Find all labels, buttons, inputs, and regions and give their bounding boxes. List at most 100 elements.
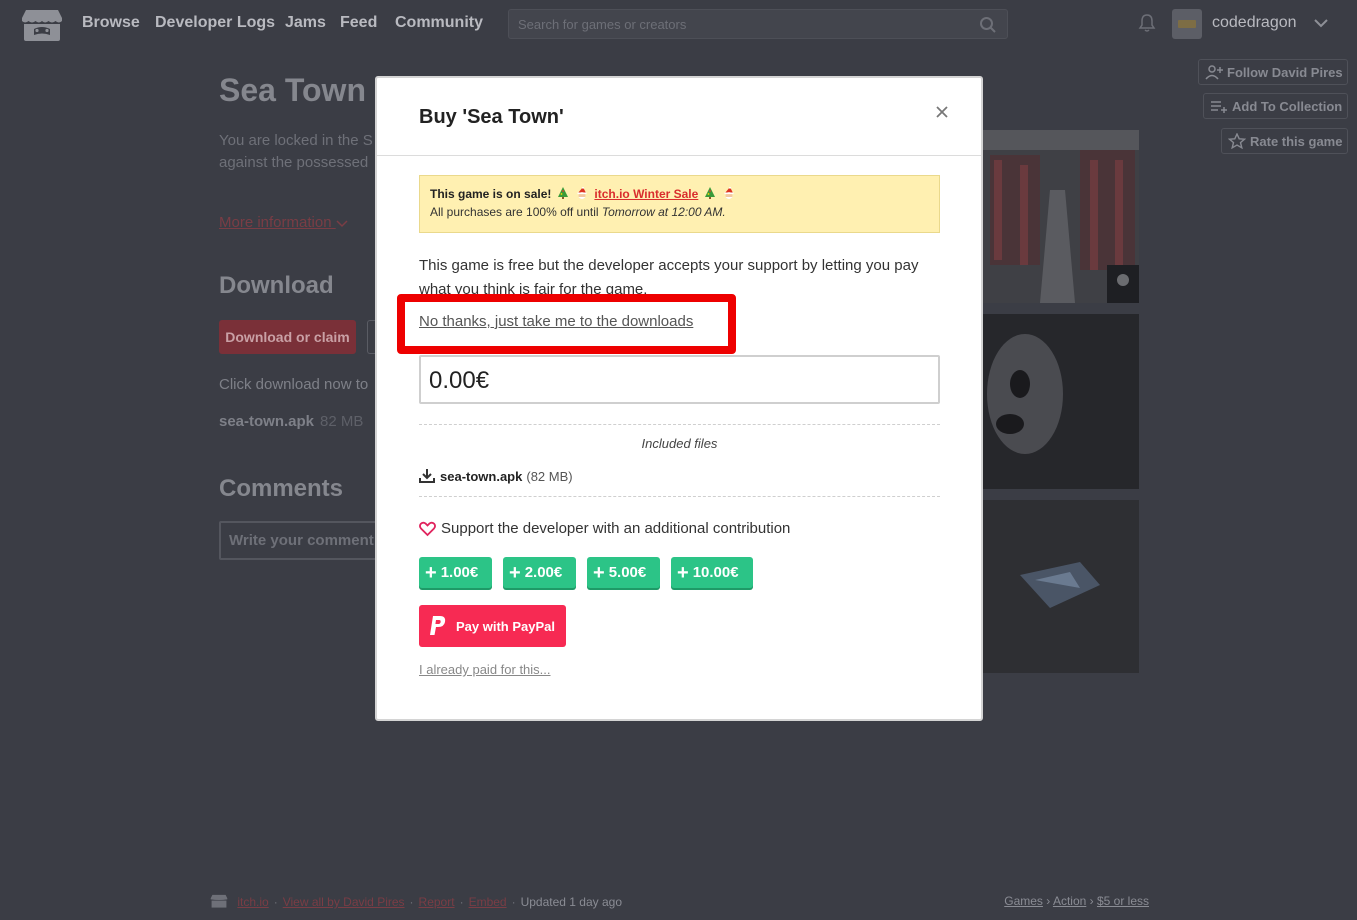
star-icon <box>1228 133 1246 149</box>
tip-button-2[interactable]: +2.00€ <box>503 557 576 588</box>
included-file-row: sea-town.apk (82 MB) <box>419 468 573 484</box>
rate-game-label: Rate this game <box>1250 133 1343 149</box>
search-box[interactable]: Search for games or creators <box>508 9 1008 39</box>
plus-icon: + <box>677 561 689 584</box>
tip-amount: 10.00€ <box>692 564 739 581</box>
download-icon <box>419 469 435 483</box>
divider <box>419 424 940 425</box>
comment-input[interactable]: Write your comment <box>219 521 379 560</box>
top-nav: Browse Developer Logs Jams Feed Communit… <box>0 0 1357 48</box>
footer-left: itch.io · View all by David Pires · Report · E… <box>210 894 622 909</box>
winter-sale-link[interactable]: itch.io Winter Sale <box>594 187 698 201</box>
buy-modal: Buy 'Sea Town' This game is on sale! itc… <box>375 76 983 721</box>
avatar-image <box>1178 20 1196 28</box>
download-or-claim-button[interactable]: Download or claim <box>219 320 356 354</box>
breadcrumb-games[interactable]: Games <box>1004 894 1043 908</box>
description-line-1: You are locked in the S <box>219 132 373 149</box>
screenshot-dark-scene[interactable] <box>980 500 1139 673</box>
paypal-label: Pay with PayPal <box>456 618 555 634</box>
plus-icon: + <box>593 561 605 584</box>
christmas-tree-icon <box>704 187 715 199</box>
divider <box>419 496 940 497</box>
footer-report-link[interactable]: Report <box>419 895 455 909</box>
nav-browse[interactable]: Browse <box>82 14 140 32</box>
add-to-collection-button[interactable]: Add To Collection <box>1203 93 1348 119</box>
footer-separator: · <box>409 895 414 909</box>
footer-embed-link[interactable]: Embed <box>469 895 507 909</box>
comments-heading: Comments <box>219 475 344 502</box>
tip-button-1[interactable]: +1.00€ <box>419 557 492 588</box>
add-user-icon <box>1205 65 1223 80</box>
price-input[interactable]: 0.00€ <box>419 355 940 404</box>
sale-prefix: This game is on sale! <box>430 187 552 201</box>
support-text: Support the developer with an additional… <box>441 520 791 537</box>
included-file-size: (82 MB) <box>526 468 573 484</box>
description-line-2: against the possessed <box>219 154 369 171</box>
footer-separator: · <box>511 895 516 909</box>
username[interactable]: codedragon <box>1212 14 1297 32</box>
heart-icon <box>419 521 436 536</box>
breadcrumb-price[interactable]: $5 or less <box>1097 894 1149 908</box>
background-file-row: sea-town.apk 82 MB <box>219 413 363 430</box>
footer-view-all-link[interactable]: View all by David Pires <box>283 895 405 909</box>
sale-line-2: All purchases are 100% off until Tomorro… <box>430 203 929 221</box>
included-file-name: sea-town.apk <box>440 468 523 484</box>
plus-icon: + <box>509 561 521 584</box>
included-files-label: Included files <box>641 436 718 451</box>
search-input[interactable]: Search for games or creators <box>518 17 686 32</box>
screenshot-bus-interior[interactable] <box>980 130 1139 303</box>
notifications-bell-icon[interactable] <box>1137 13 1157 33</box>
nav-jams[interactable]: Jams <box>285 14 326 32</box>
sale-line-1: This game is on sale! itch.io Winter Sal… <box>430 185 929 203</box>
modal-title: Buy 'Sea Town' <box>419 106 564 128</box>
tip-amount: 1.00€ <box>440 564 479 581</box>
no-thanks-downloads-link[interactable]: No thanks, just take me to the downloads <box>419 313 693 330</box>
already-paid-link[interactable]: I already paid for this... <box>419 662 551 677</box>
santa-icon <box>724 187 734 199</box>
plus-icon: + <box>425 561 437 584</box>
screenshot-ghost[interactable] <box>980 314 1139 489</box>
download-instructions: Click download now to <box>219 376 369 393</box>
search-icon[interactable] <box>979 16 997 34</box>
footer-itchio-link[interactable]: itch.io <box>237 895 268 909</box>
tip-amount: 2.00€ <box>524 564 563 581</box>
chevron-down-icon[interactable] <box>1313 15 1329 31</box>
screenshot-image <box>980 130 1139 303</box>
footer-breadcrumbs: Games › Action › $5 or less <box>1004 894 1149 908</box>
sale-banner: This game is on sale! itch.io Winter Sal… <box>419 175 940 233</box>
background-file-name: sea-town.apk <box>219 413 315 430</box>
tip-button-10[interactable]: +10.00€ <box>671 557 753 588</box>
santa-icon <box>577 187 587 199</box>
itchio-logo-icon[interactable] <box>22 8 62 42</box>
tip-button-5[interactable]: +5.00€ <box>587 557 660 588</box>
nav-community[interactable]: Community <box>395 14 483 32</box>
nav-feed[interactable]: Feed <box>340 14 377 32</box>
nav-developer-logs[interactable]: Developer Logs <box>155 14 275 32</box>
more-information-link[interactable]: More information <box>219 214 348 231</box>
itchio-footer-logo-icon[interactable] <box>210 894 228 908</box>
modal-header: Buy 'Sea Town' <box>377 78 981 156</box>
support-developer-row: Support the developer with an additional… <box>419 520 790 537</box>
footer-updated-text: Updated 1 day ago <box>520 895 623 909</box>
close-icon[interactable] <box>935 105 949 119</box>
footer-separator: · <box>273 895 278 909</box>
game-description: You are locked in the S against the poss… <box>219 130 379 174</box>
pay-with-paypal-button[interactable]: Pay with PayPal <box>419 605 566 647</box>
rate-game-button[interactable]: Rate this game <box>1221 128 1348 154</box>
chevron-down-icon <box>336 220 348 228</box>
add-to-collection-label: Add To Collection <box>1232 98 1343 114</box>
screenshot-image <box>980 500 1139 673</box>
game-title: Sea Town <box>219 72 366 108</box>
breadcrumb-action[interactable]: Action <box>1053 894 1086 908</box>
sale-end-time: Tomorrow at 12:00 AM. <box>601 205 726 219</box>
background-file-size: 82 MB <box>320 413 364 430</box>
christmas-tree-icon <box>557 187 568 199</box>
sale-line-2-prefix: All purchases are 100% off until <box>430 205 602 219</box>
paypal-icon <box>430 616 446 635</box>
playlist-add-icon <box>1211 101 1227 113</box>
more-information-label: More information <box>219 214 332 231</box>
download-heading: Download <box>219 272 334 299</box>
footer-separator: · <box>459 895 464 909</box>
user-avatar[interactable] <box>1172 9 1202 39</box>
follow-button[interactable]: Follow David Pires <box>1198 59 1348 85</box>
